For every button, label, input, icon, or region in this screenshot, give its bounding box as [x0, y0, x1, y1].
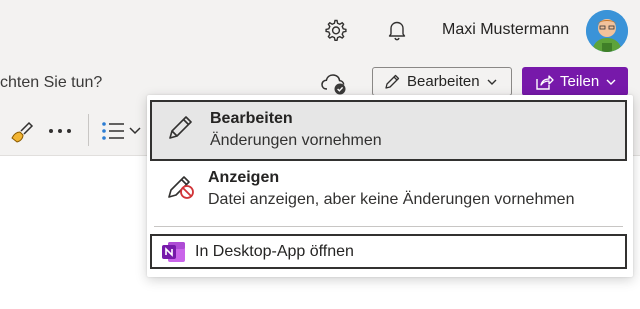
format-painter-icon[interactable] [8, 118, 34, 144]
edit-mode-button-label: Bearbeiten [407, 73, 480, 90]
edit-mode-dropdown-menu: Bearbeiten Änderungen vornehmen Anzeigen… [147, 95, 633, 277]
cloud-sync-icon[interactable] [320, 70, 348, 96]
pencil-icon [169, 116, 192, 139]
onenote-app-icon [162, 242, 185, 262]
settings-gear-icon[interactable] [324, 18, 348, 42]
pencil-icon [385, 74, 400, 89]
menu-item-open-desktop-app-label: In Desktop-App öffnen [195, 243, 354, 260]
search-hint-text[interactable]: chten Sie tun? [0, 74, 102, 92]
menu-item-edit-title: Bearbeiten [210, 110, 293, 127]
menu-item-edit[interactable]: Bearbeiten Änderungen vornehmen [150, 100, 627, 161]
chevron-down-icon [606, 79, 616, 85]
pencil-blocked-icon [168, 176, 194, 199]
chevron-down-icon [487, 79, 497, 85]
share-icon [536, 74, 554, 90]
menu-item-open-desktop-app[interactable]: In Desktop-App öffnen [150, 234, 627, 269]
menu-item-view-subtitle: Datei anzeigen, aber keine Änderungen vo… [208, 191, 575, 208]
share-button[interactable]: Teilen [522, 67, 628, 96]
menu-divider [154, 226, 623, 227]
menu-item-edit-subtitle: Änderungen vornehmen [210, 132, 382, 149]
menu-item-view-title: Anzeigen [208, 169, 280, 186]
menu-item-view[interactable]: Anzeigen Datei anzeigen, aber keine Ände… [150, 161, 627, 221]
chevron-down-icon[interactable] [128, 123, 142, 137]
edit-mode-button[interactable]: Bearbeiten [372, 67, 512, 96]
toolbar-divider [88, 114, 89, 146]
share-button-label: Teilen [560, 73, 600, 90]
user-avatar[interactable] [586, 10, 628, 52]
bullet-list-icon[interactable] [100, 118, 126, 144]
more-options-icon[interactable] [46, 120, 74, 142]
notification-bell-icon[interactable] [385, 18, 409, 42]
user-name[interactable]: Maxi Mustermann [442, 21, 569, 39]
